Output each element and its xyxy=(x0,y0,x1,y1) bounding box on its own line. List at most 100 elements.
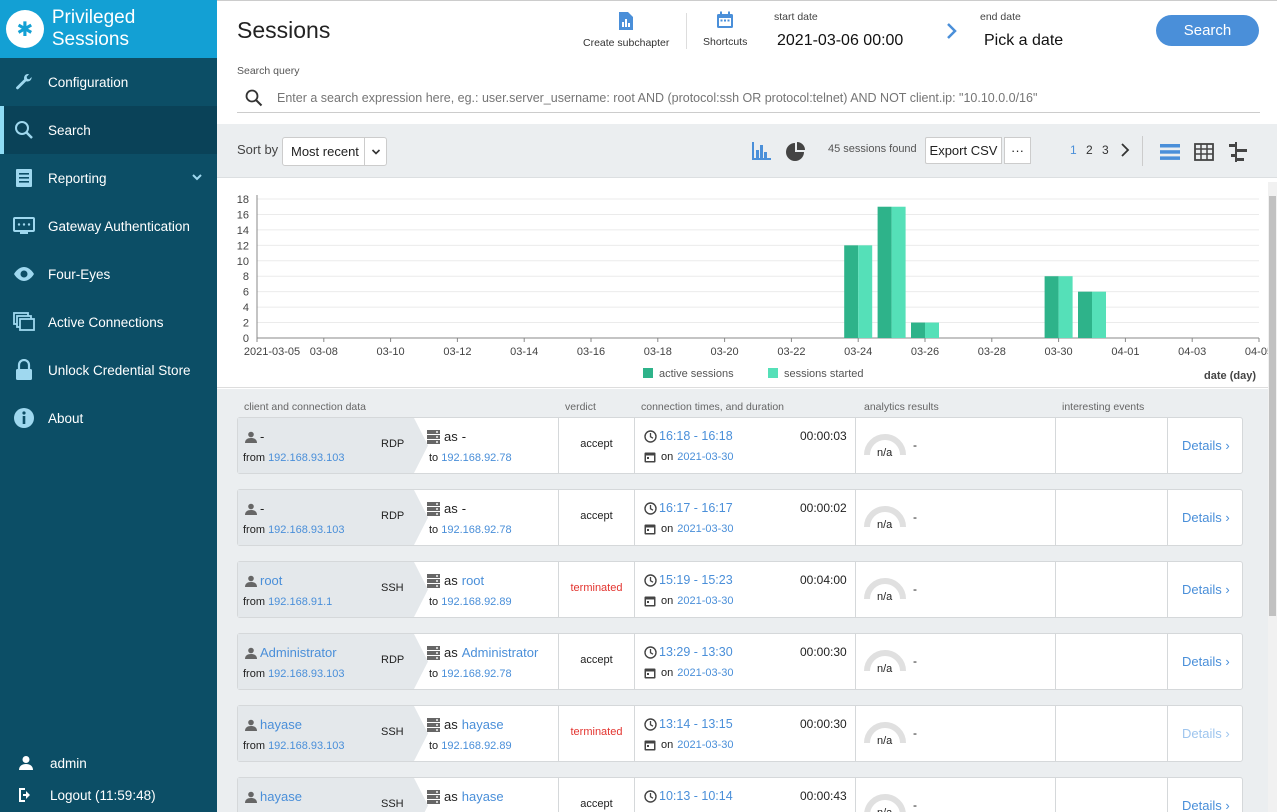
analytics-score: n/a xyxy=(877,519,893,531)
sidebar: ✱ Privileged Sessions Configuration Sear… xyxy=(0,0,217,812)
sidebar-item-search[interactable]: Search xyxy=(0,106,217,154)
calendar-icon xyxy=(644,739,656,751)
export-csv-button[interactable]: Export CSV xyxy=(925,137,1002,164)
date-value: 2021-03-30 xyxy=(677,595,734,607)
sidebar-item-about[interactable]: About xyxy=(0,394,217,442)
server-ip-link[interactable]: 192.168.92.78 xyxy=(441,452,511,464)
details-link[interactable]: Details › xyxy=(1182,798,1230,812)
end-date-label: end date xyxy=(980,11,1021,23)
analytics-result: - xyxy=(913,510,917,524)
table-row[interactable]: - from 192.168.93.103 RDP as - to 192.168.92.… xyxy=(237,417,1243,474)
details-link[interactable]: Details › xyxy=(1182,726,1230,741)
brand[interactable]: ✱ Privileged Sessions xyxy=(0,0,217,58)
divider xyxy=(1167,634,1168,689)
connection-date: on2021-03-30 xyxy=(644,739,734,751)
server-username[interactable]: Administrator xyxy=(462,645,539,660)
scrollbar[interactable] xyxy=(1268,182,1277,812)
server-username[interactable]: root xyxy=(462,573,484,588)
client-from: from 192.168.93.103 xyxy=(243,740,345,752)
client-ip-link[interactable]: 192.168.91.1 xyxy=(268,596,332,608)
table-row[interactable]: hayasefrom 192.168.93.103SSHashayaseto 1… xyxy=(237,777,1243,812)
page-1[interactable]: 1 xyxy=(1070,143,1077,157)
as-label: as xyxy=(444,429,458,444)
server-ip-link[interactable]: 192.168.92.78 xyxy=(441,668,511,680)
client-ip-link[interactable]: 192.168.93.103 xyxy=(268,524,344,536)
server-to: to 192.168.92.89 xyxy=(429,596,512,608)
sidebar-item-gateway-authentication[interactable]: Gateway Authentication xyxy=(0,202,217,250)
logout-button[interactable]: Logout (11:59:48) xyxy=(0,779,217,811)
server-ip-link[interactable]: 192.168.92.78 xyxy=(441,524,511,536)
client-username[interactable]: hayase xyxy=(260,789,302,804)
server-ip-link[interactable]: 192.168.92.89 xyxy=(441,596,511,608)
sidebar-item-label: Active Connections xyxy=(48,314,164,330)
client-ip-link[interactable]: 192.168.93.103 xyxy=(268,740,344,752)
from-label: from xyxy=(243,524,265,536)
table-row[interactable]: Administrator from 192.168.93.103 RDP as Adm… xyxy=(237,633,1243,690)
search-icon xyxy=(245,89,263,107)
x-tick-label: 03-30 xyxy=(1045,346,1073,358)
details-link[interactable]: Details › xyxy=(1182,510,1230,525)
server-ip-link[interactable]: 192.168.92.89 xyxy=(441,740,511,752)
search-query-input[interactable] xyxy=(277,90,1260,105)
user-menu[interactable]: admin xyxy=(0,747,217,779)
calendar-icon xyxy=(644,667,656,679)
shortcuts-button[interactable]: Shortcuts xyxy=(703,11,747,48)
analytics-result: - xyxy=(913,438,917,452)
pie-chart-icon[interactable] xyxy=(785,142,805,167)
verdict-label: accept xyxy=(580,654,613,666)
divider xyxy=(1142,136,1143,166)
scrollbar-thumb[interactable] xyxy=(1269,196,1276,616)
time-range: 16:18 - 16:18 xyxy=(659,429,733,443)
server-username[interactable]: hayase xyxy=(462,717,504,732)
sidebar-item-unlock-credential-store[interactable]: Unlock Credential Store xyxy=(0,346,217,394)
info-icon xyxy=(13,407,35,429)
results-toolbar: Sort by Most recent 45 sessions found Ex… xyxy=(217,124,1277,178)
details-link[interactable]: Details › xyxy=(1182,438,1230,453)
table-row[interactable]: root from 192.168.91.1 SSH as root to 192.168… xyxy=(237,561,1243,618)
chevron-right-icon[interactable] xyxy=(1120,143,1130,162)
start-date-field[interactable]: 2021-03-06 00:00 xyxy=(777,32,903,50)
details-link[interactable]: Details › xyxy=(1182,582,1230,597)
bar-sessions-started xyxy=(1092,291,1106,338)
divider xyxy=(1055,706,1056,761)
client-username[interactable]: root xyxy=(260,573,282,588)
list-view-icon[interactable] xyxy=(1160,143,1180,166)
bar-chart-icon[interactable] xyxy=(751,142,771,165)
end-date-field[interactable]: Pick a date xyxy=(984,32,1063,50)
chevron-down-icon[interactable] xyxy=(191,171,203,186)
sidebar-item-configuration[interactable]: Configuration xyxy=(0,58,217,106)
sidebar-item-reporting[interactable]: Reporting xyxy=(0,154,217,202)
sessions-list: client and connection data verdict conne… xyxy=(217,389,1277,812)
create-subchapter-button[interactable]: Create subchapter xyxy=(583,11,669,49)
bar-active-sessions xyxy=(877,206,892,338)
sidebar-item-active-connections[interactable]: Active Connections xyxy=(0,298,217,346)
table-view-icon[interactable] xyxy=(1194,143,1214,166)
search-button[interactable]: Search xyxy=(1156,15,1259,46)
more-options-button[interactable]: ··· xyxy=(1004,137,1031,164)
server-username[interactable]: hayase xyxy=(462,789,504,804)
date-value: 2021-03-30 xyxy=(677,667,734,679)
divider xyxy=(1167,490,1168,545)
page-2[interactable]: 2 xyxy=(1086,143,1093,157)
y-tick-label: 12 xyxy=(237,240,249,252)
logout-label: Logout (11:59:48) xyxy=(50,787,156,803)
table-row[interactable]: - from 192.168.93.103 RDP as - to 192.168.92.… xyxy=(237,489,1243,546)
sort-select[interactable]: Most recent xyxy=(282,137,387,166)
from-label: from xyxy=(243,668,265,680)
sidebar-item-four-eyes[interactable]: Four-Eyes xyxy=(0,250,217,298)
x-tick-label: 03-16 xyxy=(577,346,605,358)
bar-sessions-started xyxy=(858,245,873,338)
server-user: as - xyxy=(427,501,466,516)
page-3[interactable]: 3 xyxy=(1102,143,1109,157)
timeline-view-icon[interactable] xyxy=(1228,142,1248,167)
client-username[interactable]: Administrator xyxy=(260,645,337,660)
client-ip-link[interactable]: 192.168.93.103 xyxy=(268,452,344,464)
divider xyxy=(1167,562,1168,617)
table-row[interactable]: hayasefrom 192.168.93.103SSHashayaseto 1… xyxy=(237,705,1243,762)
bar-active-sessions xyxy=(1078,291,1092,338)
details-link[interactable]: Details › xyxy=(1182,654,1230,669)
server-user: as root xyxy=(427,573,484,588)
client-username[interactable]: hayase xyxy=(260,717,302,732)
client-ip-link[interactable]: 192.168.93.103 xyxy=(268,668,344,680)
server-icon xyxy=(427,501,440,516)
